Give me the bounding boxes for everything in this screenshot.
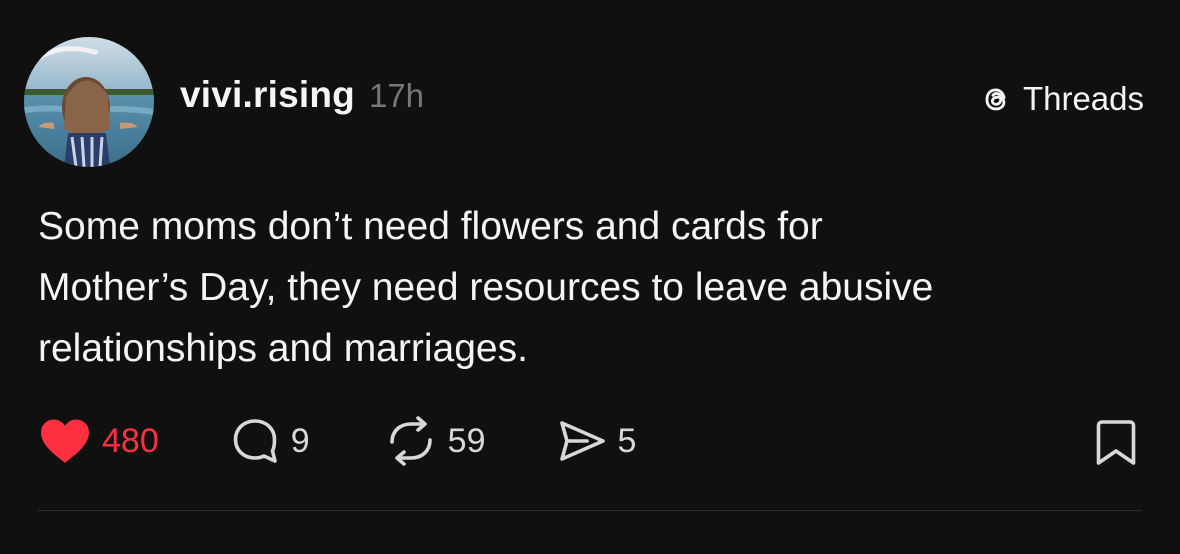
bookmark-button[interactable] (1094, 418, 1138, 473)
username[interactable]: vivi.rising (180, 74, 355, 116)
heart-filled-icon (38, 417, 92, 465)
like-button[interactable]: 480 (38, 417, 159, 465)
post-header: vivi.rising 17h (180, 74, 424, 124)
post-body-line: relationships and marriages. (38, 327, 528, 370)
share-count: 5 (617, 421, 637, 460)
bookmark-icon (1096, 420, 1136, 465)
like-count: 480 (102, 421, 159, 460)
post-body: Some moms don’t need flowers and cards f… (38, 196, 1138, 379)
threads-post-card: vivi.rising 17h Threads Some moms don’t … (0, 0, 1180, 554)
divider (38, 510, 1142, 511)
avatar-photo (24, 37, 154, 167)
post-actions: 480 9 59 5 (38, 415, 636, 467)
repost-count: 59 (447, 421, 486, 460)
share-button[interactable]: 5 (557, 416, 636, 466)
avatar[interactable] (24, 37, 154, 167)
repost-button[interactable]: 59 (384, 416, 486, 466)
threads-brand[interactable]: Threads (977, 80, 1144, 118)
speech-bubble-icon (231, 416, 281, 466)
reply-button[interactable]: 9 (231, 416, 310, 466)
threads-logo-icon (985, 88, 1006, 111)
post-body-line: Mother’s Day, they need resources to lea… (38, 266, 934, 309)
post-body-line: Some moms don’t need flowers and cards f… (38, 205, 823, 248)
repost-arrows-icon (384, 416, 438, 466)
reply-count: 9 (290, 421, 310, 460)
threads-brand-label: Threads (1022, 80, 1144, 117)
send-plane-icon (557, 416, 607, 466)
timestamp: 17h (368, 77, 424, 114)
